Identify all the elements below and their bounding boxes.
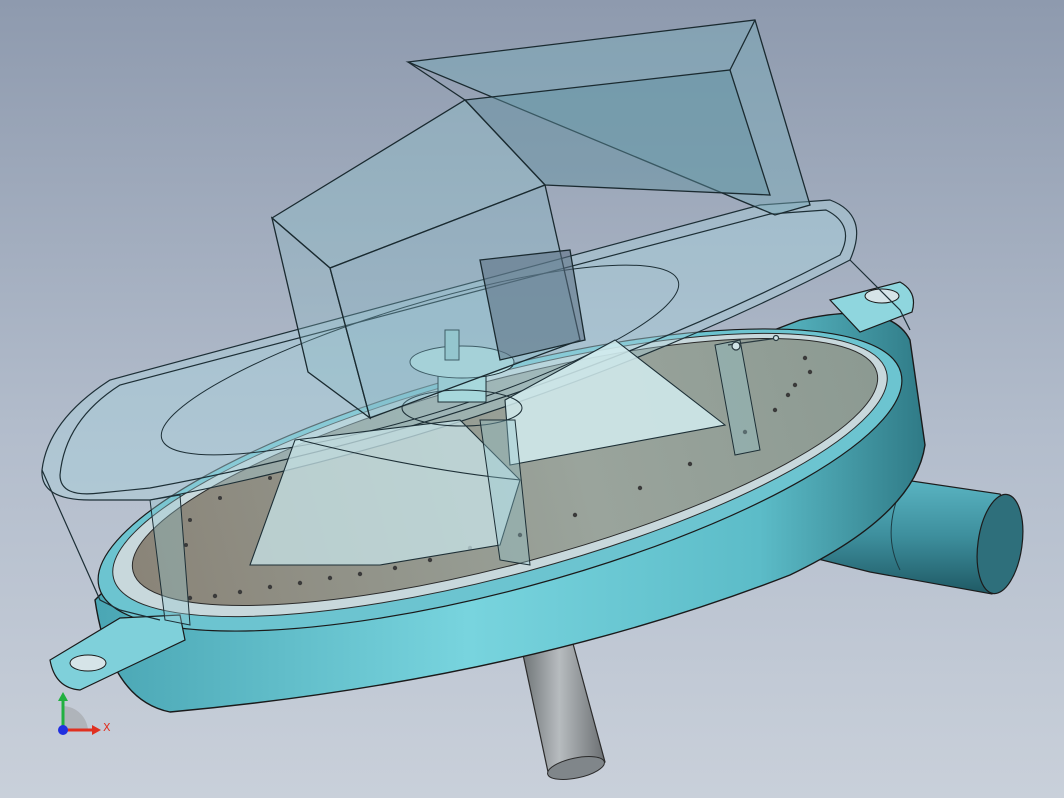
coordinate-triad <box>58 692 101 735</box>
z-axis-dot <box>58 725 68 735</box>
bottom-shaft <box>521 639 606 780</box>
triad-plane-icon <box>63 706 88 730</box>
triad-x-label: X <box>103 721 111 734</box>
cad-3d-viewport[interactable]: X <box>0 0 1064 798</box>
y-axis-arrow-head <box>58 692 68 701</box>
x-axis-arrow-head <box>92 725 101 735</box>
assembly-model[interactable] <box>0 0 1064 798</box>
